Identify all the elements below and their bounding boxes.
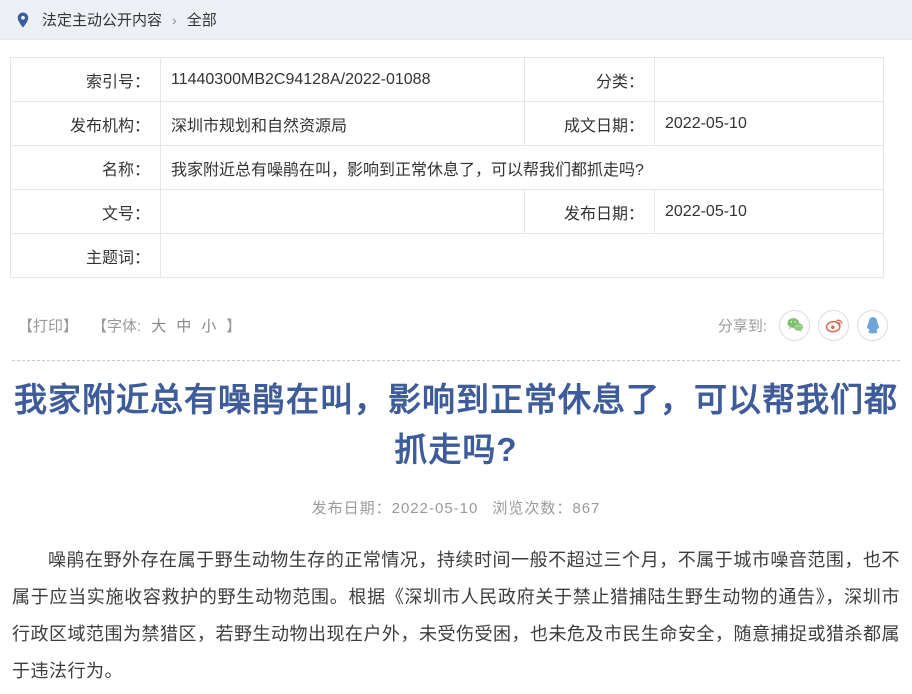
location-pin-icon bbox=[14, 11, 32, 29]
article-meta: 发布日期：2022-05-10 浏览次数：867 bbox=[0, 497, 912, 518]
font-size-large-button[interactable]: 大 bbox=[151, 315, 166, 336]
publish-date-meta-label: 发布日期： bbox=[312, 500, 392, 517]
article-body: 噪鹃在野外存在属于野生动物生存的正常情况，持续时间一般不超过三个月，不属于城市噪… bbox=[12, 542, 900, 690]
breadcrumb-current-link[interactable]: 全部 bbox=[187, 9, 217, 30]
share-weibo-button[interactable] bbox=[818, 310, 849, 341]
doc-no-value bbox=[161, 190, 525, 234]
name-label: 名称： bbox=[11, 146, 161, 190]
views-meta-label: 浏览次数： bbox=[492, 500, 572, 517]
breadcrumb-root-link[interactable]: 法定主动公开内容 bbox=[42, 9, 162, 30]
table-row: 主题词： bbox=[11, 234, 884, 278]
written-date-label: 成文日期： bbox=[525, 102, 655, 146]
qq-icon bbox=[863, 315, 883, 335]
publish-date-value: 2022-05-10 bbox=[655, 190, 884, 234]
share-label: 分享到: bbox=[718, 315, 767, 336]
views-meta-value: 867 bbox=[572, 500, 600, 517]
print-button[interactable]: 【打印】 bbox=[18, 315, 78, 336]
share-area: 分享到: bbox=[718, 310, 888, 341]
table-row: 名称： 我家附近总有噪鹃在叫，影响到正常休息了，可以帮我们都抓走吗? bbox=[11, 146, 884, 190]
publish-date-label: 发布日期： bbox=[525, 190, 655, 234]
table-row: 文号： 发布日期： 2022-05-10 bbox=[11, 190, 884, 234]
breadcrumb: 法定主动公开内容 › 全部 bbox=[0, 0, 912, 40]
written-date-value: 2022-05-10 bbox=[655, 102, 884, 146]
wechat-icon bbox=[785, 315, 805, 335]
page: 法定主动公开内容 › 全部 索引号： 11440300MB2C94128A/20… bbox=[0, 0, 912, 694]
category-value bbox=[655, 58, 884, 102]
breadcrumb-separator: › bbox=[172, 12, 177, 28]
publisher-value: 深圳市规划和自然资源局 bbox=[161, 102, 525, 146]
index-no-value: 11440300MB2C94128A/2022-01088 bbox=[161, 58, 525, 102]
font-size-medium-button[interactable]: 中 bbox=[176, 315, 191, 336]
page-title: 我家附近总有噪鹃在叫，影响到正常休息了，可以帮我们都抓走吗? bbox=[8, 375, 904, 475]
share-wechat-button[interactable] bbox=[779, 310, 810, 341]
table-row: 索引号： 11440300MB2C94128A/2022-01088 分类： bbox=[11, 58, 884, 102]
index-no-label: 索引号： bbox=[11, 58, 161, 102]
weibo-icon bbox=[824, 315, 844, 335]
subject-label: 主题词： bbox=[11, 234, 161, 278]
category-label: 分类： bbox=[525, 58, 655, 102]
publisher-label: 发布机构： bbox=[11, 102, 161, 146]
doc-no-label: 文号： bbox=[11, 190, 161, 234]
dashed-divider bbox=[12, 360, 900, 361]
info-table: 索引号： 11440300MB2C94128A/2022-01088 分类： 发… bbox=[10, 57, 884, 278]
toolbar: 【打印】 【字体: 大 中 小 】 分享到: bbox=[18, 308, 888, 342]
font-size-control: 【字体: 大 中 小 】 bbox=[92, 315, 241, 336]
publish-date-meta-value: 2022-05-10 bbox=[392, 500, 479, 517]
share-qq-button[interactable] bbox=[857, 310, 888, 341]
table-row: 发布机构： 深圳市规划和自然资源局 成文日期： 2022-05-10 bbox=[11, 102, 884, 146]
name-value: 我家附近总有噪鹃在叫，影响到正常休息了，可以帮我们都抓走吗? bbox=[161, 146, 884, 190]
font-prefix-label: 【字体: bbox=[92, 315, 141, 336]
font-suffix-label: 】 bbox=[226, 315, 241, 336]
font-size-small-button[interactable]: 小 bbox=[201, 315, 216, 336]
subject-value bbox=[161, 234, 884, 278]
